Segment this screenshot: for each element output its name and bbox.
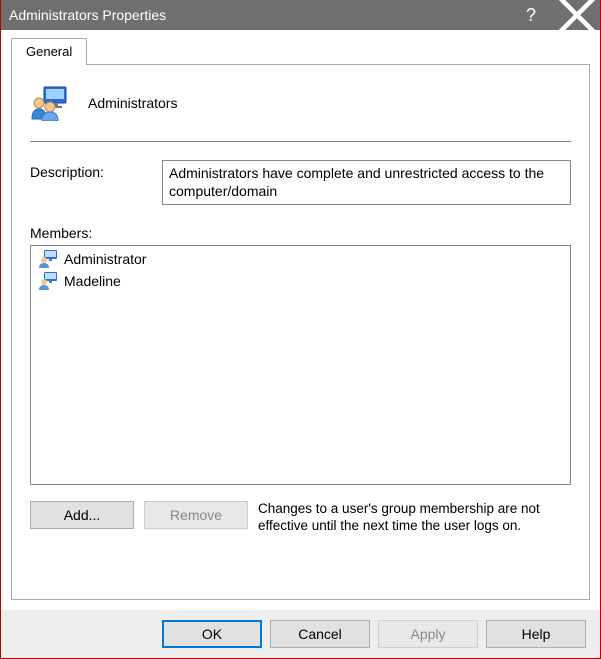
membership-note: Changes to a user's group membership are… bbox=[258, 501, 571, 535]
group-header: Administrators bbox=[30, 85, 571, 121]
close-icon[interactable] bbox=[554, 0, 600, 30]
help-icon[interactable]: ? bbox=[508, 0, 554, 30]
list-item[interactable]: Administrator bbox=[35, 248, 566, 270]
properties-window: Administrators Properties ? General bbox=[0, 0, 601, 659]
user-icon bbox=[38, 250, 58, 268]
description-label: Description: bbox=[30, 160, 150, 180]
ok-button[interactable]: OK bbox=[162, 620, 262, 648]
add-button[interactable]: Add... bbox=[30, 501, 134, 529]
tab-strip: General bbox=[11, 36, 590, 64]
divider bbox=[30, 141, 571, 142]
client-area: General Administrators bbox=[1, 30, 600, 610]
tab-page-general: Administrators Description: Administrato… bbox=[11, 64, 590, 600]
description-field[interactable]: Administrators have complete and unrestr… bbox=[162, 160, 571, 205]
remove-button: Remove bbox=[144, 501, 248, 529]
tab-general[interactable]: General bbox=[11, 38, 87, 65]
dialog-footer: OK Cancel Apply Help bbox=[1, 610, 600, 658]
window-title: Administrators Properties bbox=[9, 7, 508, 23]
help-button[interactable]: Help bbox=[486, 620, 586, 648]
cancel-button[interactable]: Cancel bbox=[270, 620, 370, 648]
group-icon bbox=[30, 85, 70, 121]
titlebar: Administrators Properties ? bbox=[1, 0, 600, 30]
user-icon bbox=[38, 272, 58, 290]
group-name: Administrators bbox=[88, 95, 177, 111]
members-list[interactable]: Administrator Madeline bbox=[30, 245, 571, 485]
member-name: Madeline bbox=[64, 273, 121, 289]
member-name: Administrator bbox=[64, 251, 146, 267]
members-label: Members: bbox=[30, 225, 571, 241]
apply-button: Apply bbox=[378, 620, 478, 648]
list-item[interactable]: Madeline bbox=[35, 270, 566, 292]
members-buttons-row: Add... Remove Changes to a user's group … bbox=[30, 501, 571, 535]
description-row: Description: Administrators have complet… bbox=[30, 160, 571, 205]
